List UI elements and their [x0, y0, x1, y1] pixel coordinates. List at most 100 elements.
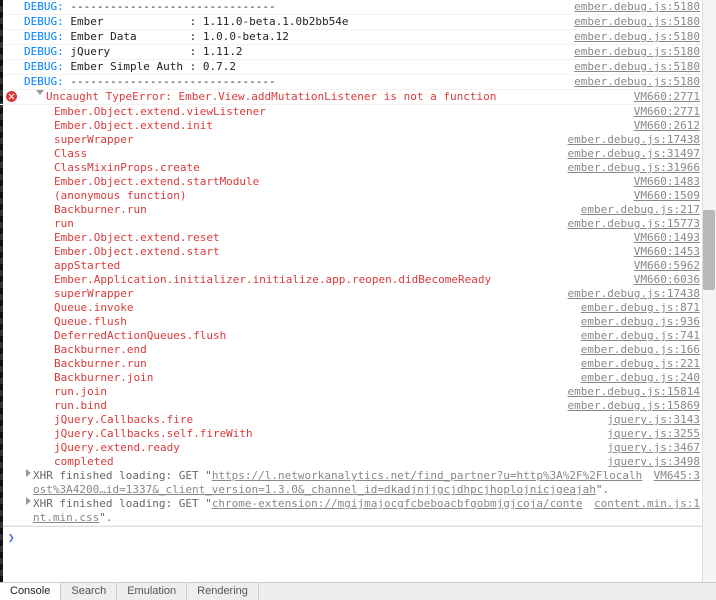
stacktrace-label: DeferredActionQueues.flush [36, 329, 573, 343]
source-link[interactable]: jquery.js:3467 [599, 441, 700, 455]
scrollbar-track[interactable] [702, 0, 716, 582]
source-link[interactable]: VM660:2612 [626, 119, 700, 133]
source-link[interactable]: ember.debug.js:741 [573, 329, 700, 343]
stacktrace-row: superWrapperember.debug.js:17438 [0, 133, 716, 147]
stacktrace-row: Ember.Object.extend.startVM660:1453 [0, 245, 716, 259]
stacktrace-row: run.bindember.debug.js:15869 [0, 399, 716, 413]
source-link[interactable]: VM660:1493 [626, 231, 700, 245]
chevron-down-icon[interactable] [36, 90, 44, 95]
source-link[interactable]: VM660:2771 [626, 90, 700, 104]
source-link[interactable]: ember.debug.js:5180 [566, 15, 700, 29]
source-link[interactable]: ember.debug.js:15814 [560, 385, 700, 399]
source-link[interactable]: ember.debug.js:5180 [566, 75, 700, 89]
error-message: Uncaught TypeError: Ember.View.addMutati… [46, 90, 626, 104]
stacktrace-label: jQuery.Callbacks.self.fireWith [36, 427, 599, 441]
source-link[interactable]: VM660:6036 [626, 273, 700, 287]
stacktrace-label: completed [36, 455, 599, 469]
debug-row: DEBUG: -------------------------------em… [0, 75, 716, 90]
left-gutter-strip [0, 0, 3, 582]
stacktrace-label: Backburner.run [36, 203, 573, 217]
stacktrace-row: superWrapperember.debug.js:17438 [0, 287, 716, 301]
tab-console[interactable]: Console [0, 583, 61, 600]
source-link[interactable]: jquery.js:3255 [599, 427, 700, 441]
stacktrace-row: Queue.flushember.debug.js:936 [0, 315, 716, 329]
stacktrace-label: run [36, 217, 560, 231]
stacktrace-row: runember.debug.js:15773 [0, 217, 716, 231]
stacktrace-label: Backburner.end [36, 343, 573, 357]
stacktrace-row: Ember.Object.extend.resetVM660:1493 [0, 231, 716, 245]
source-link[interactable]: ember.debug.js:5180 [566, 0, 700, 14]
stacktrace-row: Ember.Application.initializer.initialize… [0, 273, 716, 287]
stacktrace-label: jQuery.extend.ready [36, 441, 599, 455]
stacktrace-row: Backburner.endember.debug.js:166 [0, 343, 716, 357]
stacktrace-row: completedjquery.js:3498 [0, 455, 716, 469]
debug-row: DEBUG: Ember Data : 1.0.0-beta.12ember.d… [0, 30, 716, 45]
source-link[interactable]: ember.debug.js:217 [573, 203, 700, 217]
prompt-chevron-icon: ❯ [8, 531, 15, 544]
stacktrace-row: Ember.Object.extend.startModuleVM660:148… [0, 175, 716, 189]
source-link[interactable]: ember.debug.js:5180 [566, 30, 700, 44]
stacktrace-row: appStartedVM660:5962 [0, 259, 716, 273]
source-link[interactable]: ember.debug.js:5180 [566, 45, 700, 59]
source-link[interactable]: jquery.js:3498 [599, 455, 700, 469]
stacktrace-row: run.joinember.debug.js:15814 [0, 385, 716, 399]
stacktrace-row: Queue.invokeember.debug.js:871 [0, 301, 716, 315]
source-link[interactable]: VM660:1509 [626, 189, 700, 203]
stacktrace-label: Ember.Object.extend.startModule [36, 175, 626, 189]
source-link[interactable]: ember.debug.js:166 [573, 343, 700, 357]
xhr-prefix: XHR finished loading: GET " [33, 497, 212, 510]
source-link[interactable]: ember.debug.js:5180 [566, 60, 700, 74]
source-link[interactable]: ember.debug.js:936 [573, 315, 700, 329]
debug-row: DEBUG: jQuery : 1.11.2ember.debug.js:518… [0, 45, 716, 60]
stacktrace-label: Queue.flush [36, 315, 573, 329]
error-icon [6, 91, 17, 102]
debug-row: DEBUG: Ember Simple Auth : 0.7.2ember.de… [0, 60, 716, 75]
source-link[interactable]: ember.debug.js:15773 [560, 217, 700, 231]
console-input[interactable] [21, 531, 700, 544]
stacktrace-row: Ember.Object.extend.viewListenerVM660:27… [0, 105, 716, 119]
source-link[interactable]: jquery.js:3143 [599, 413, 700, 427]
source-link[interactable]: ember.debug.js:15869 [560, 399, 700, 413]
tab-search[interactable]: Search [61, 583, 117, 600]
source-link[interactable]: VM660:1483 [626, 175, 700, 189]
debug-text: DEBUG: ------------------------------- [24, 75, 566, 89]
stacktrace-label: Queue.invoke [36, 301, 573, 315]
stacktrace-row: Ember.Object.extend.initVM660:2612 [0, 119, 716, 133]
source-link[interactable]: VM660:2771 [626, 105, 700, 119]
xhr-suffix: ". [596, 483, 609, 496]
stacktrace-label: Ember.Object.extend.viewListener [36, 105, 626, 119]
xhr-row[interactable]: XHR finished loading: GET "chrome-extens… [0, 497, 716, 526]
chevron-right-icon[interactable] [26, 469, 31, 477]
debug-text: DEBUG: Ember Data : 1.0.0-beta.12 [24, 30, 566, 44]
source-link[interactable]: VM660:1453 [626, 245, 700, 259]
stacktrace-label: Ember.Object.extend.init [36, 119, 626, 133]
debug-text: DEBUG: jQuery : 1.11.2 [24, 45, 566, 59]
source-link[interactable]: VM645:3 [646, 469, 700, 497]
source-link[interactable]: content.min.js:1 [586, 497, 700, 525]
source-link[interactable]: ember.debug.js:871 [573, 301, 700, 315]
source-link[interactable]: ember.debug.js:17438 [560, 287, 700, 301]
xhr-row[interactable]: XHR finished loading: GET "https://l.net… [0, 469, 716, 497]
source-link[interactable]: ember.debug.js:221 [573, 357, 700, 371]
xhr-message: XHR finished loading: GET "chrome-extens… [33, 497, 586, 525]
source-link[interactable]: ember.debug.js:31497 [560, 147, 700, 161]
source-link[interactable]: VM660:5962 [626, 259, 700, 273]
stacktrace-row: ClassMixinProps.createember.debug.js:319… [0, 161, 716, 175]
xhr-prefix: XHR finished loading: GET " [33, 469, 212, 482]
scrollbar-thumb[interactable] [703, 210, 715, 290]
source-link[interactable]: ember.debug.js:31966 [560, 161, 700, 175]
stacktrace-label: ClassMixinProps.create [36, 161, 560, 175]
debug-text: DEBUG: ------------------------------- [24, 0, 566, 14]
chevron-right-icon[interactable] [26, 497, 31, 505]
error-row[interactable]: Uncaught TypeError: Ember.View.addMutati… [0, 90, 716, 105]
tab-emulation[interactable]: Emulation [117, 583, 187, 600]
tab-rendering[interactable]: Rendering [187, 583, 259, 600]
source-link[interactable]: ember.debug.js:240 [573, 371, 700, 385]
stacktrace-label: Ember.Application.initializer.initialize… [36, 273, 626, 287]
stacktrace-label: superWrapper [36, 133, 560, 147]
xhr-suffix: ". [99, 511, 112, 524]
stacktrace-row: DeferredActionQueues.flushember.debug.js… [0, 329, 716, 343]
source-link[interactable]: ember.debug.js:17438 [560, 133, 700, 147]
stacktrace-row: Backburner.runember.debug.js:217 [0, 203, 716, 217]
console-prompt-row[interactable]: ❯ [0, 526, 716, 548]
